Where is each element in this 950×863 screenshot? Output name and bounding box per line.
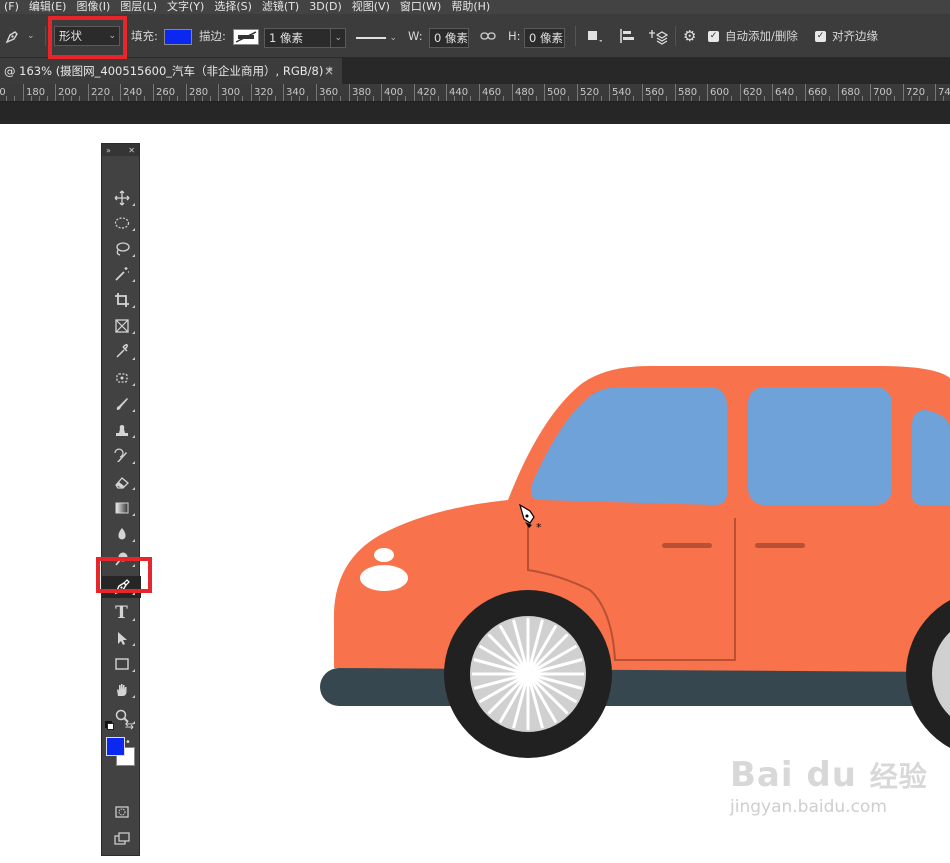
watermark-url: jingyan.baidu.com [730,797,887,817]
quick-mask-icon [114,806,129,818]
flyout-indicator-icon [132,695,135,698]
car-window-middle [748,387,892,505]
hand-tool[interactable] [102,679,141,701]
close-icon[interactable]: ✕ [128,146,135,155]
watermark-brand: Bai du [730,755,857,795]
brush-icon [116,398,128,410]
move-icon [114,190,129,206]
patch-icon [115,373,128,383]
ellipse-marquee-icon [114,217,129,229]
type-tool[interactable]: T [102,602,141,624]
blur-tool[interactable] [102,523,141,545]
swap-colors-icon[interactable]: ⇆ [125,719,134,732]
flyout-indicator-icon [132,203,135,206]
flyout-indicator-icon [132,383,135,386]
flyout-indicator-icon [132,331,135,334]
flyout-indicator-icon [132,513,135,516]
flyout-indicator-icon [132,539,135,542]
gradient-icon [115,502,128,514]
eyedropper-icon [115,344,128,358]
arrow-icon [117,632,127,645]
clone-stamp-tool[interactable] [102,419,141,441]
car-headlight-bottom [360,565,408,591]
screen-mode-button[interactable] [102,828,141,850]
lasso-tool[interactable] [102,238,141,260]
quick-mask-button[interactable] [102,801,141,823]
stamp-icon [115,425,128,436]
frame-tool[interactable] [102,315,141,337]
highlight-pen-tool [96,557,152,593]
lasso-icon [115,242,130,256]
type-icon: T [115,603,128,623]
crop-icon [114,293,129,307]
flyout-indicator-icon [132,487,135,490]
flyout-indicator-icon [132,254,135,257]
rectangle-icon [114,658,129,670]
blur-icon [117,528,126,540]
foreground-color-swatch[interactable] [106,737,125,756]
watermark-logo: Bai du 经验 [730,755,940,795]
canvas-artwork[interactable]: * [0,0,950,863]
car-headlight-top [374,548,394,562]
gradient-tool[interactable] [102,497,141,519]
car-window-rear [912,410,950,505]
magic-wand-tool[interactable] [102,263,141,285]
screen-mode-icon [113,832,130,845]
eraser-tool[interactable] [102,471,141,493]
move-tool[interactable] [102,187,141,209]
flyout-indicator-icon [132,461,135,464]
flyout-indicator-icon [132,357,135,360]
tools-panel-header[interactable]: » ✕ [102,144,139,156]
highlight-tool-mode [48,16,127,59]
car-hub-front [522,668,534,680]
flyout-indicator-icon [132,279,135,282]
flyout-indicator-icon [132,409,135,412]
brush-tool[interactable] [102,393,141,415]
history-brush-icon [113,448,127,462]
frame-icon [114,319,129,333]
color-controls: ⇆ [106,719,137,733]
flyout-indicator-icon [132,643,135,646]
car-bumper [320,668,950,706]
collapse-icon[interactable]: » [106,146,111,155]
marquee-tool[interactable] [102,212,141,234]
svg-text:*: * [536,521,542,534]
default-colors-icon[interactable] [107,723,114,730]
path-selection-tool[interactable] [102,627,141,649]
flyout-indicator-icon [132,435,135,438]
flyout-indicator-icon [132,228,135,231]
tools-panel: » ✕ T•••⇆ [101,143,141,856]
flyout-indicator-icon [132,669,135,672]
magic-wand-icon [114,267,129,281]
history-brush-tool[interactable] [102,445,141,467]
flyout-indicator-icon [132,618,135,621]
healing-brush-tool[interactable] [102,367,141,389]
hand-icon [116,684,126,696]
eraser-icon [114,477,129,489]
rectangle-tool[interactable] [102,653,141,675]
watermark-cn: 经验 [869,760,928,793]
baidu-watermark: Bai du 经验 jingyan.baidu.com [730,755,940,845]
car-door-handle-rear [755,543,805,548]
eyedropper-tool[interactable] [102,341,141,363]
flyout-indicator-icon [132,305,135,308]
crop-tool[interactable] [102,289,141,311]
car-door-handle-front [662,543,712,548]
